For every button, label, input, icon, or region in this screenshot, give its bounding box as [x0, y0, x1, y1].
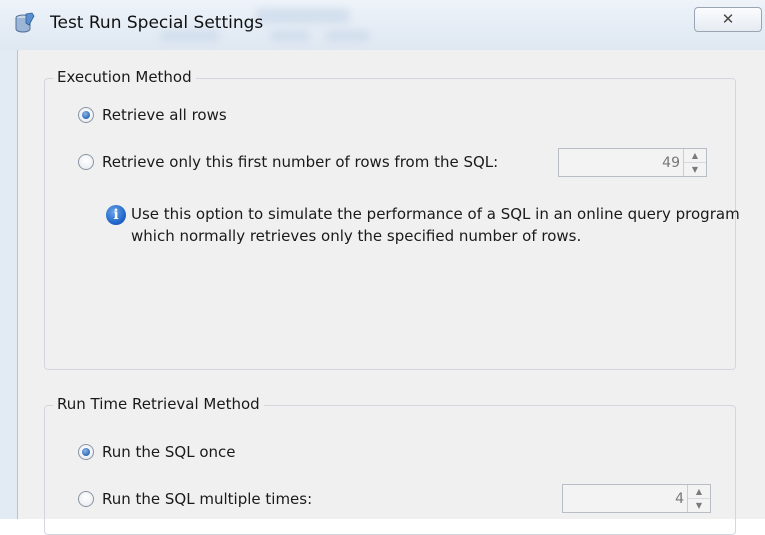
chevron-up-icon[interactable]: ▲ — [688, 485, 710, 499]
blurred-background — [255, 8, 350, 24]
blurred-background — [270, 30, 310, 42]
radio-retrieve-all-rows[interactable]: Retrieve all rows — [78, 106, 227, 124]
window-title: Test Run Special Settings — [50, 13, 264, 33]
info-icon: i — [106, 205, 126, 225]
run-times-value: 4 — [675, 491, 684, 507]
radio-label: Run the SQL once — [102, 443, 236, 461]
radio-label: Retrieve only this first number of rows … — [102, 153, 499, 171]
title-bar[interactable]: Test Run Special Settings ✕ — [0, 0, 765, 50]
rows-count-stepper[interactable]: 49 ▲ ▼ — [558, 148, 707, 177]
rows-count-value: 49 — [662, 155, 680, 171]
execution-method-label: Execution Method — [53, 68, 196, 86]
window-frame — [0, 50, 17, 519]
radio-button[interactable] — [78, 154, 94, 170]
radio-button-checked[interactable] — [78, 107, 94, 123]
stepper-arrows[interactable]: ▲ ▼ — [687, 485, 710, 512]
run-time-retrieval-label: Run Time Retrieval Method — [53, 395, 264, 413]
chevron-down-icon[interactable]: ▼ — [684, 163, 706, 176]
radio-label: Run the SQL multiple times: — [102, 490, 313, 508]
radio-button-checked[interactable] — [78, 444, 94, 460]
chevron-up-icon[interactable]: ▲ — [684, 149, 706, 163]
database-wrench-icon — [15, 12, 35, 33]
run-time-retrieval-group — [44, 405, 736, 535]
info-text-line-2: which normally retrieves only the specif… — [131, 227, 582, 245]
blurred-background — [325, 30, 370, 42]
radio-button[interactable] — [78, 491, 94, 507]
close-icon: ✕ — [721, 10, 735, 28]
radio-label: Retrieve all rows — [102, 106, 227, 124]
chevron-down-icon[interactable]: ▼ — [688, 499, 710, 512]
close-button[interactable]: ✕ — [694, 7, 762, 32]
info-text-line-1: Use this option to simulate the performa… — [131, 205, 740, 223]
radio-run-multiple[interactable]: Run the SQL multiple times: — [78, 490, 312, 508]
stepper-arrows[interactable]: ▲ ▼ — [683, 149, 706, 176]
run-times-stepper[interactable]: 4 ▲ ▼ — [562, 484, 711, 513]
radio-run-once[interactable]: Run the SQL once — [78, 443, 236, 461]
radio-retrieve-first-rows[interactable]: Retrieve only this first number of rows … — [78, 153, 498, 171]
